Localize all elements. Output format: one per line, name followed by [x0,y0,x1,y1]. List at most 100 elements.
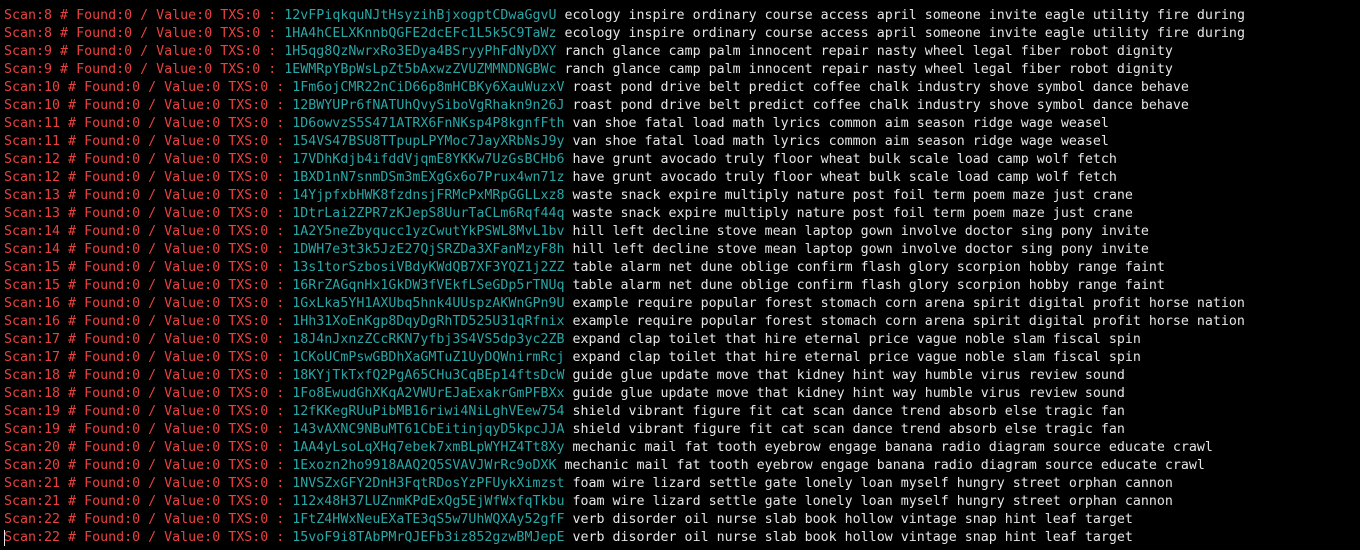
seed-phrase: guide glue update move that kidney hint … [572,368,1125,383]
address: 14YjpfxbHWK8fzdnsjFRMcPxMRpGGLLxz8 [292,188,565,203]
scan-label: Scan:15 [4,260,61,275]
output-line: Scan:8 # Found:0 / Value:0 TXS:0 : 12vFP… [4,7,1360,25]
scan-label: Scan:20 [4,440,61,455]
value-count: 0 [204,62,213,77]
seed-phrase: table alarm net dune oblige confirm flas… [572,260,1165,275]
found-label: # Found: [60,98,133,113]
output-line: Scan:20 # Found:0 / Value:0 TXS:0 : 1Exo… [4,457,1360,475]
scan-label: Scan:9 [4,44,53,59]
value-label: / Value: [140,314,213,329]
found-count: 0 [132,242,141,257]
seed-phrase: roast pond drive belt predict coffee cha… [572,80,1189,95]
output-line: Scan:9 # Found:0 / Value:0 TXS:0 : 1H5qg… [4,43,1360,61]
txs-label: TXS: [220,242,261,257]
txs-label: TXS: [220,134,261,149]
scan-label: Scan:17 [4,332,61,347]
separator: : [268,296,293,311]
value-label: / Value: [140,404,213,419]
found-count: 0 [132,134,141,149]
output-line: Scan:12 # Found:0 / Value:0 TXS:0 : 17VD… [4,151,1360,169]
address: 1BXD1nN7snmDSm3mEXgGx6o7Prux4wn71z [292,170,565,185]
seed-phrase: verb disorder oil nurse slab book hollow… [572,530,1133,545]
found-label: # Found: [60,314,133,329]
separator: : [268,98,293,113]
seed-phrase: example require popular forest stomach c… [572,314,1245,329]
output-line: Scan:21 # Found:0 / Value:0 TXS:0 : 112x… [4,493,1360,511]
value-count: 0 [212,458,221,473]
value-count: 0 [212,80,221,95]
found-count: 0 [132,314,141,329]
scan-label: Scan:22 [4,530,61,545]
scan-label: Scan:11 [4,116,61,131]
address: 12vFPiqkquNJtHsyzihBjxogptCDwaGgvU [284,8,557,23]
output-line: Scan:19 # Found:0 / Value:0 TXS:0 : 12fK… [4,403,1360,421]
value-count: 0 [212,314,221,329]
separator: : [268,170,293,185]
address: 1CKoUCmPswGBDhXaGMTuZ1UyDQWnirmRcj [292,350,565,365]
output-line: Scan:16 # Found:0 / Value:0 TXS:0 : 1GxL… [4,295,1360,313]
value-count: 0 [212,260,221,275]
output-line: Scan:20 # Found:0 / Value:0 TXS:0 : 1AA4… [4,439,1360,457]
separator: : [268,80,293,95]
txs-label: TXS: [220,512,261,527]
found-count: 0 [132,476,141,491]
address: 1NVSZxGFY2DnH3FqtRDosYzPFUykXimzst [292,476,565,491]
separator: : [268,242,293,257]
address: 143vAXNC9NBuMT61CbEitinjqyD5kpcJJA [292,422,565,437]
separator: : [260,8,285,23]
terminal-output[interactable]: Scan:8 # Found:0 / Value:0 TXS:0 : 12vFP… [0,0,1360,550]
found-label: # Found: [60,422,133,437]
scan-label: Scan:9 [4,62,53,77]
txs-label: TXS: [220,80,261,95]
scan-label: Scan:14 [4,224,61,239]
seed-phrase: foam wire lizard settle gate lonely loan… [572,476,1173,491]
output-line: Scan:22 # Found:0 / Value:0 TXS:0 : 1FtZ… [4,511,1360,529]
separator: : [268,458,293,473]
found-label: # Found: [52,8,125,23]
scan-label: Scan:13 [4,206,61,221]
found-label: # Found: [60,350,133,365]
address: 1EWMRpYBpWsLpZt5bAxwzZVUZMMNDNGBWc [284,62,557,77]
txs-label: TXS: [220,296,261,311]
seed-phrase: waste snack expire multiply nature post … [572,188,1133,203]
scan-label: Scan:19 [4,422,61,437]
value-count: 0 [212,350,221,365]
value-count: 0 [212,530,221,545]
found-label: # Found: [60,80,133,95]
output-line: Scan:17 # Found:0 / Value:0 TXS:0 : 18J4… [4,331,1360,349]
txs-label: TXS: [212,44,253,59]
found-count: 0 [124,44,133,59]
separator: : [268,260,293,275]
scan-label: Scan:14 [4,242,61,257]
value-label: / Value: [140,242,213,257]
separator: : [268,386,293,401]
value-count: 0 [212,98,221,113]
address: 13s1torSzbosiVBdyKWdQB7XF3YQZ1j2ZZ [292,260,565,275]
found-label: # Found: [60,188,133,203]
scan-label: Scan:10 [4,98,61,113]
output-line: Scan:18 # Found:0 / Value:0 TXS:0 : 18KY… [4,367,1360,385]
found-count: 0 [124,26,133,41]
value-label: / Value: [140,386,213,401]
txs-label: TXS: [220,368,261,383]
found-count: 0 [132,530,141,545]
value-label: / Value: [132,62,205,77]
found-label: # Found: [60,134,133,149]
found-label: # Found: [60,170,133,185]
value-count: 0 [212,242,221,257]
output-line: Scan:18 # Found:0 / Value:0 TXS:0 : 1Fo8… [4,385,1360,403]
scan-label: Scan:21 [4,494,61,509]
txs-label: TXS: [220,440,261,455]
found-count: 0 [132,332,141,347]
separator: : [268,530,293,545]
separator: : [268,188,293,203]
found-count: 0 [132,350,141,365]
found-label: # Found: [60,368,133,383]
value-count: 0 [212,332,221,347]
value-label: / Value: [140,224,213,239]
scan-label: Scan:13 [4,188,61,203]
scan-label: Scan:18 [4,368,61,383]
found-count: 0 [132,494,141,509]
seed-phrase: roast pond drive belt predict coffee cha… [572,98,1189,113]
txs-label: TXS: [220,260,261,275]
